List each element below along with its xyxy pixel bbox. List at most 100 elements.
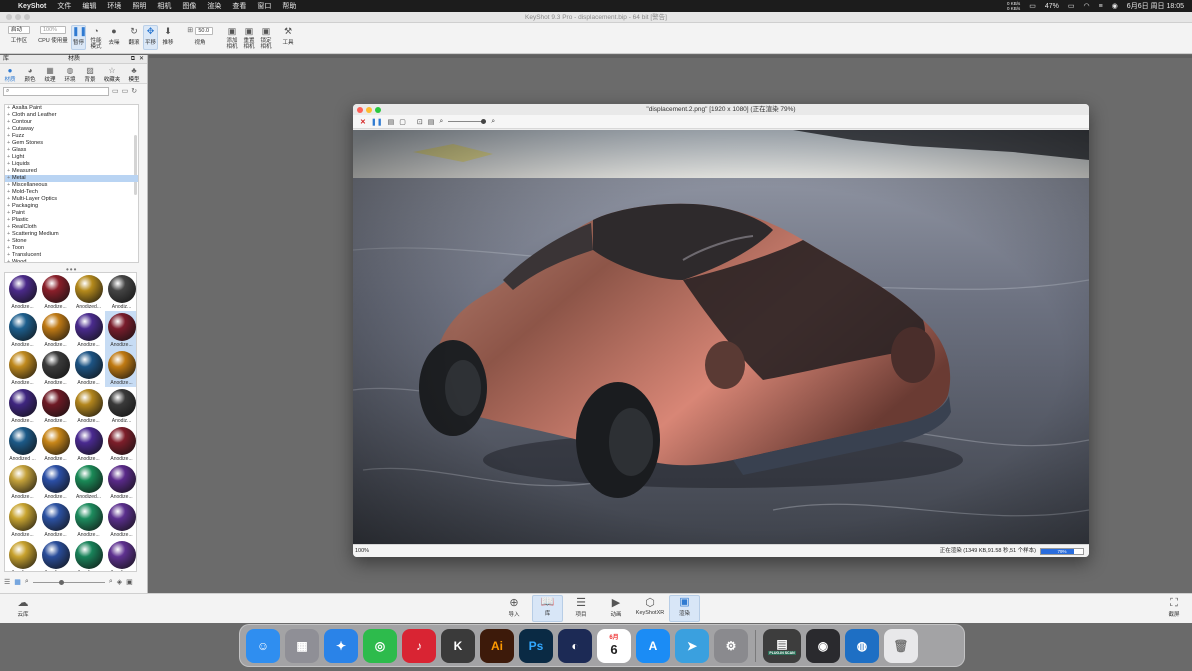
expand-icon[interactable]: + <box>7 112 10 119</box>
material-thumbnail[interactable]: Anodize... <box>6 349 39 387</box>
expand-icon[interactable]: + <box>7 203 10 210</box>
siri-icon[interactable]: ◉ <box>1112 2 1118 10</box>
keyshotxr-button[interactable]: ⬡ KeyShotXR <box>635 597 665 616</box>
tree-item[interactable]: + Packaging <box>5 203 138 210</box>
tab-favorites[interactable]: ☆ 收藏夹 <box>100 64 124 83</box>
menu-image[interactable]: 图像 <box>182 1 196 11</box>
upload-icon[interactable]: ▣ <box>126 578 133 586</box>
pause-button[interactable]: ❚❚ 暂停 <box>71 25 87 50</box>
keyshot-app-icon[interactable]: K <box>441 628 475 663</box>
tree-item[interactable]: + Translucent <box>5 252 138 259</box>
calendar-app-icon[interactable]: 6月 6 <box>597 628 631 663</box>
animation-button[interactable]: ▶ 动画 <box>605 597 627 618</box>
menu-edit[interactable]: 编辑 <box>82 1 96 11</box>
tree-item[interactable]: + Gem Stones <box>5 140 138 147</box>
tree-item[interactable]: + Contour <box>5 119 138 126</box>
material-thumbnail[interactable]: Anodize... <box>39 425 72 463</box>
tree-item[interactable]: + Miscellaneous <box>5 182 138 189</box>
tree-item[interactable]: + Metal <box>5 175 138 182</box>
expand-icon[interactable]: + <box>7 140 10 147</box>
pause-render-icon[interactable]: ❚❚ <box>371 118 383 126</box>
zoom-in-render-icon[interactable]: ⌕ <box>491 118 495 126</box>
project-button[interactable]: ☰ 项目 <box>570 597 592 618</box>
material-thumbnail[interactable]: Anodized... <box>72 273 105 311</box>
expand-icon[interactable]: + <box>7 245 10 252</box>
expand-icon[interactable]: + <box>7 224 10 231</box>
screenshot-button[interactable]: ⛶ 截屏 <box>1165 597 1183 618</box>
tree-item[interactable]: + Stone <box>5 238 138 245</box>
render-button[interactable]: ▣ 渲染 <box>669 595 700 622</box>
tree-item[interactable]: + Toon <box>5 245 138 252</box>
material-thumbnail[interactable]: Anodize... <box>6 311 39 349</box>
close-window-button[interactable] <box>6 14 12 20</box>
tools-button[interactable]: ⚒ 工具 <box>281 26 295 46</box>
illustrator-app-icon[interactable]: Ai <box>480 628 514 663</box>
material-thumbnail[interactable]: Anodize... <box>39 539 72 571</box>
material-thumbnail[interactable]: Anodize... <box>72 311 105 349</box>
expand-icon[interactable]: + <box>7 196 10 203</box>
slider-knob[interactable] <box>58 579 64 585</box>
system-preferences-app-icon[interactable]: ⚙ <box>714 628 748 663</box>
material-thumbnail[interactable]: Anodize... <box>39 349 72 387</box>
material-thumbnail[interactable]: Anodize... <box>6 463 39 501</box>
tree-item[interactable]: + Wood <box>5 259 138 262</box>
material-thumbnail[interactable]: Anodize... <box>105 539 136 571</box>
menu-render[interactable]: 渲染 <box>207 1 221 11</box>
add-camera-button[interactable]: ▣ 添加 相机 <box>225 26 239 50</box>
material-thumbnail[interactable]: Anodize... <box>39 311 72 349</box>
trash-app-icon[interactable]: 🗑 <box>884 628 918 663</box>
tree-item[interactable]: + Axalta Paint <box>5 105 138 112</box>
tree-item[interactable]: + Plastic <box>5 217 138 224</box>
folder-icon[interactable]: ▭ <box>112 87 119 95</box>
save-render-icon[interactable]: ▤ <box>388 118 395 126</box>
material-thumbnail[interactable]: Anodized ... <box>6 425 39 463</box>
reset-camera-button[interactable]: ▣ 重置 相机 <box>242 26 256 50</box>
wechat-app-icon[interactable]: ◎ <box>363 628 397 663</box>
material-thumbnail[interactable]: Anodize... <box>105 311 136 349</box>
pan-button[interactable]: ✥ 平移 <box>143 25 158 50</box>
expand-icon[interactable]: + <box>7 154 10 161</box>
expand-icon[interactable]: + <box>7 217 10 224</box>
expand-icon[interactable]: + <box>7 259 10 262</box>
tree-item[interactable]: + Fuzz <box>5 133 138 140</box>
tab-models[interactable]: ♣ 模型 <box>124 64 144 83</box>
expand-icon[interactable]: + <box>7 210 10 217</box>
finder-app-icon[interactable]: ☺ <box>246 628 280 663</box>
expand-icon[interactable]: + <box>7 175 10 182</box>
material-thumbnail[interactable]: Anodize... <box>72 539 105 571</box>
display-icon[interactable]: ▭ <box>1029 2 1036 10</box>
new-folder-icon[interactable]: ▭ <box>122 87 129 95</box>
tab-textures[interactable]: ▦ 纹理 <box>40 64 60 83</box>
expand-icon[interactable]: + <box>7 252 10 259</box>
tab-colors[interactable]: ◕ 颜色 <box>20 64 40 83</box>
tree-item[interactable]: + Scattering Medium <box>5 231 138 238</box>
menu-lighting[interactable]: 照明 <box>132 1 146 11</box>
denoise-button[interactable]: ● 去噪 <box>106 26 122 46</box>
material-thumbnail[interactable]: Anodize... <box>72 349 105 387</box>
tumble-button[interactable]: ↻ 翻滚 <box>127 26 141 46</box>
menu-app-name[interactable]: KeyShot <box>18 3 46 10</box>
material-thumbnail[interactable]: Anodize... <box>6 501 39 539</box>
expand-icon[interactable]: + <box>7 182 10 189</box>
material-thumbnail[interactable]: Anodiz... <box>105 273 136 311</box>
material-thumbnail[interactable]: Anodize... <box>105 349 136 387</box>
tab-materials[interactable]: ● 材质 <box>0 64 20 83</box>
menu-view[interactable]: 查看 <box>232 1 246 11</box>
menu-help[interactable]: 帮助 <box>282 1 296 11</box>
menu-camera[interactable]: 相机 <box>157 1 171 11</box>
menu-window[interactable]: 窗口 <box>257 1 271 11</box>
render-zoom-slider[interactable] <box>448 119 487 124</box>
wifi-icon[interactable]: ◠ <box>1083 2 1089 10</box>
tree-item[interactable]: + Paint <box>5 210 138 217</box>
tree-item[interactable]: + Mold-Tech <box>5 189 138 196</box>
library-search-input[interactable]: ⌕ <box>3 86 109 96</box>
material-thumbnail[interactable]: Anodize... <box>39 273 72 311</box>
safari-app-icon[interactable]: ✦ <box>324 628 358 663</box>
material-thumbnail[interactable]: Anodized... <box>72 463 105 501</box>
render-minimize-button[interactable] <box>366 107 372 113</box>
performance-mode-button[interactable]: ◔ 性能 模式 <box>88 26 104 50</box>
render-close-button[interactable] <box>357 107 363 113</box>
expand-icon[interactable]: + <box>7 161 10 168</box>
tree-item[interactable]: + Light <box>5 154 138 161</box>
material-thumbnail[interactable]: Anodize... <box>105 463 136 501</box>
